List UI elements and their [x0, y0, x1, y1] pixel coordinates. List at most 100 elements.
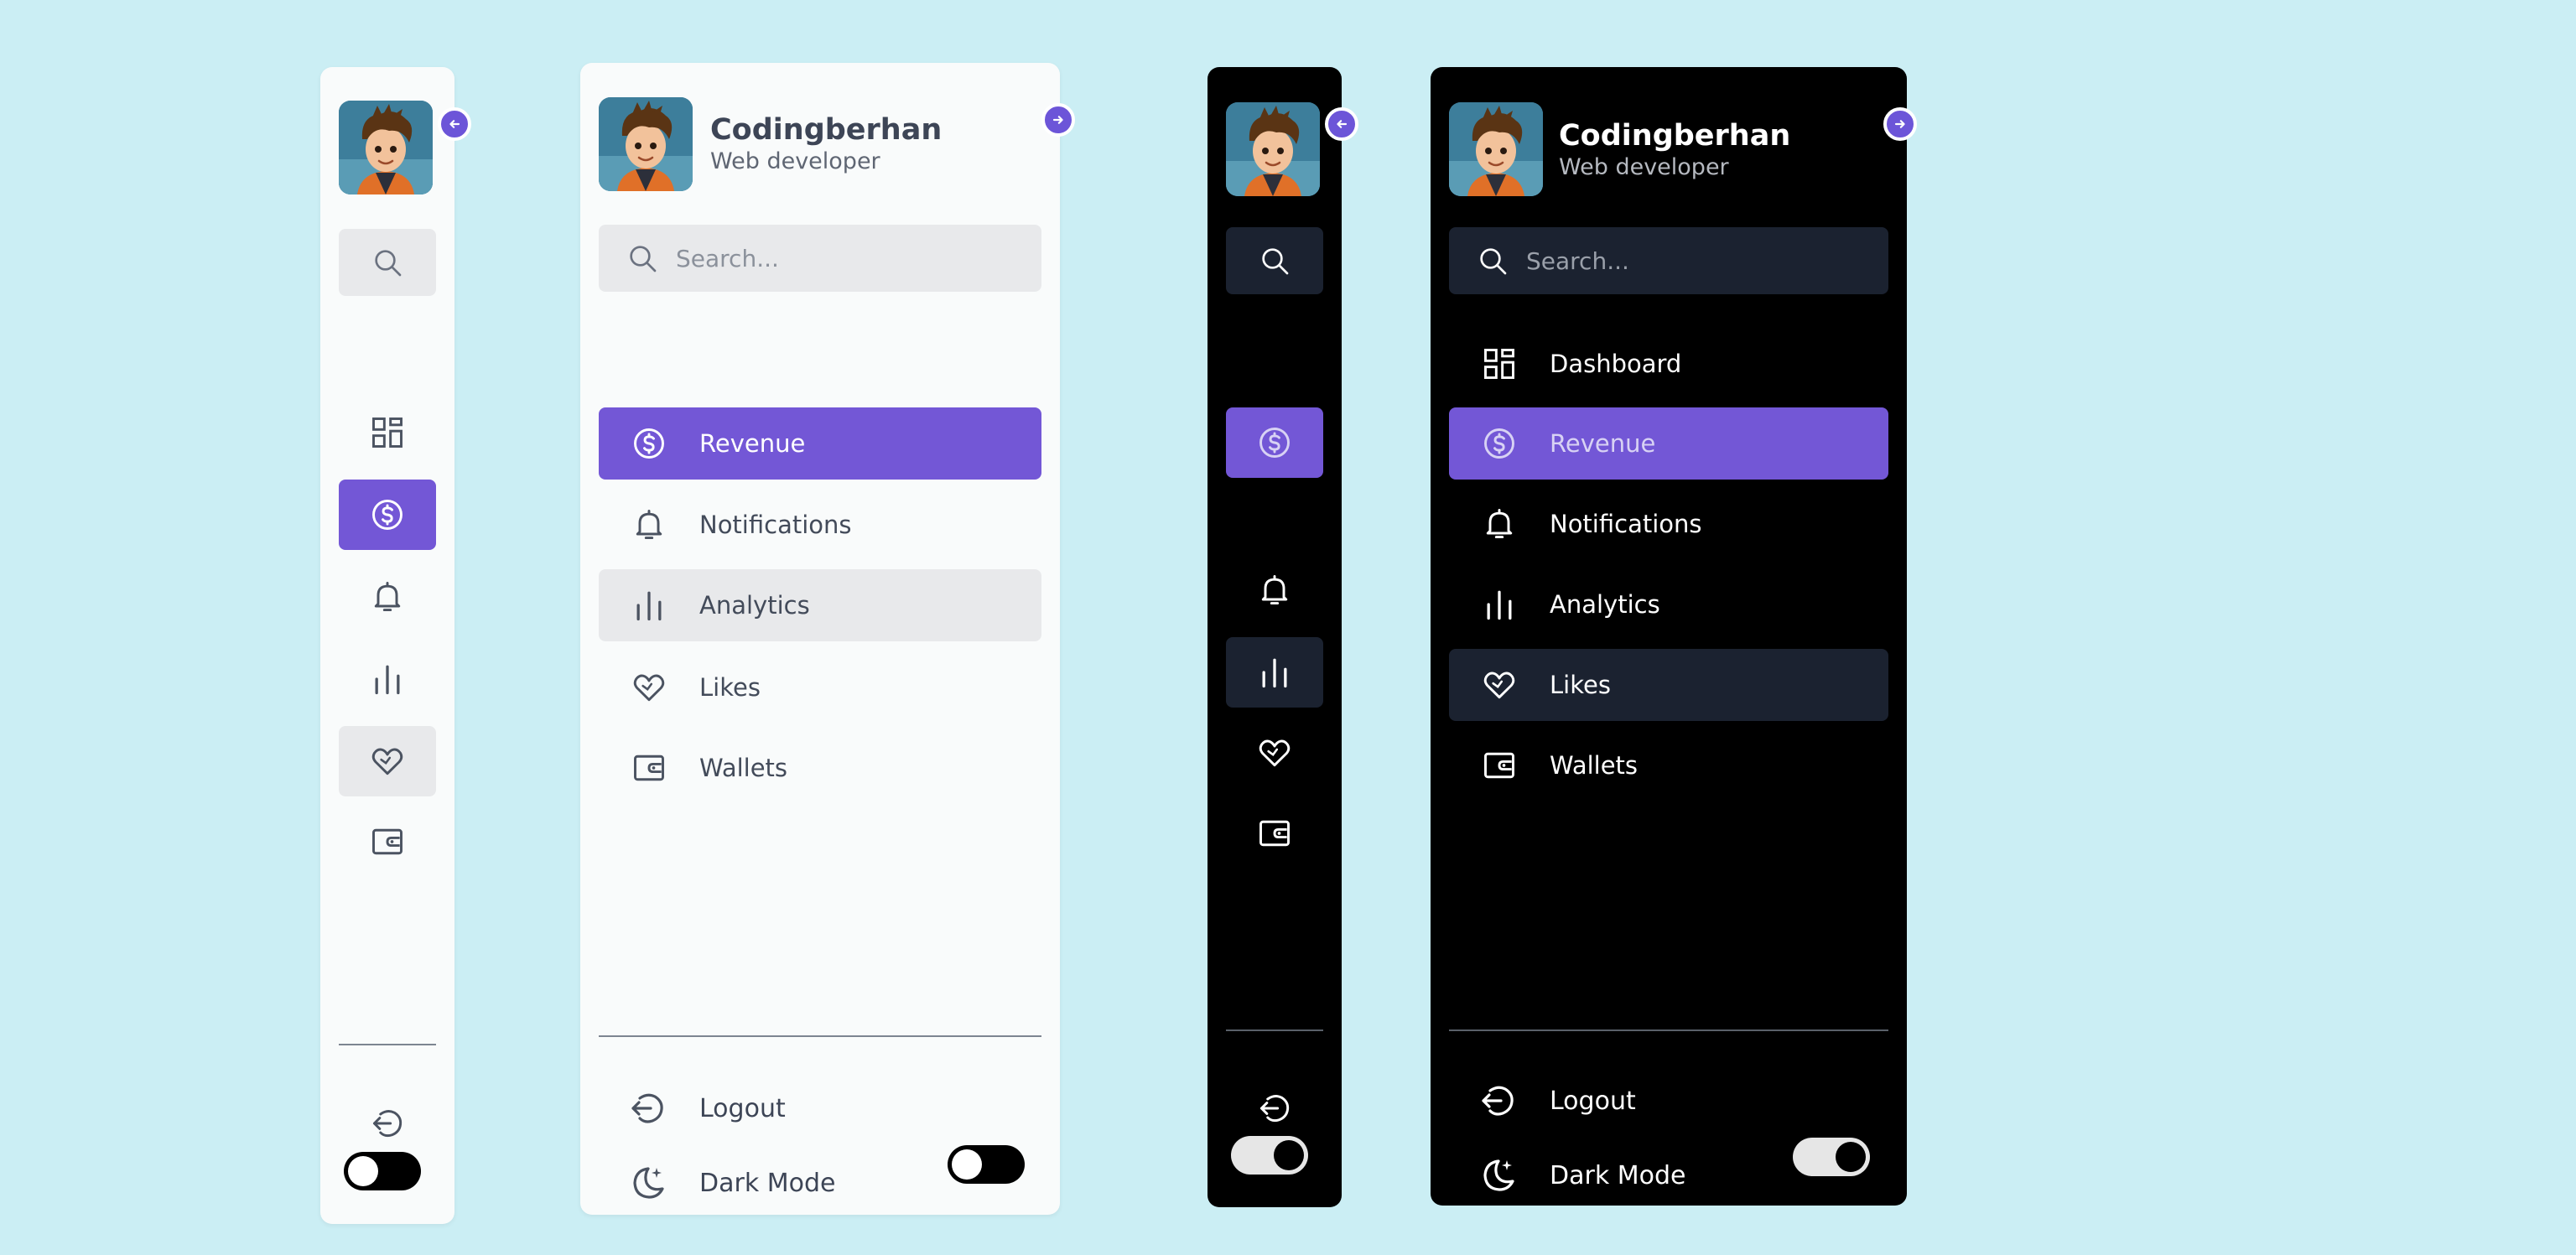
dark-mode-switch[interactable]: [948, 1145, 1025, 1184]
sidebar-expanded-light: Codingberhan Web developer Dashboard Rev…: [580, 63, 1075, 1215]
logout-label: Logout: [1550, 1086, 1636, 1116]
sidebar-item-wallets[interactable]: Wallets: [1449, 729, 1888, 801]
expand-sidebar-button[interactable]: [438, 107, 471, 141]
dashboard-icon: [1481, 345, 1518, 382]
divider: [1449, 1029, 1888, 1031]
dark-mode-label: Dark Mode: [1550, 1160, 1686, 1190]
heart-icon: [369, 743, 406, 780]
sidebar-item-likes[interactable]: Likes: [1449, 649, 1888, 721]
bell-icon: [369, 578, 406, 615]
arrow-right-icon: [1892, 116, 1909, 132]
divider: [339, 1044, 436, 1045]
bar-chart-icon: [1256, 654, 1293, 691]
dollar-circle-icon: [369, 496, 406, 533]
search-icon: [371, 246, 404, 279]
dark-mode-switch[interactable]: [1231, 1136, 1308, 1175]
wallet-icon: [369, 823, 406, 860]
sidebar-item-revenue[interactable]: Revenue: [1449, 407, 1888, 480]
sidebar-item-dashboard[interactable]: Dashboard: [1449, 328, 1888, 400]
sidebar-item-analytics[interactable]: Analytics: [599, 569, 1041, 641]
bar-chart-icon: [631, 587, 667, 624]
dark-mode-switch[interactable]: [344, 1152, 421, 1190]
search-button[interactable]: [339, 229, 436, 296]
avatar: [599, 97, 693, 191]
dark-mode-label: Dark Mode: [699, 1168, 836, 1198]
sidebar-item-label: Likes: [1550, 671, 1611, 699]
logout-button[interactable]: Logout: [1449, 1076, 1784, 1126]
sidebar-item-likes[interactable]: [1226, 718, 1323, 788]
heart-icon: [1256, 734, 1293, 771]
switch-knob: [952, 1149, 982, 1180]
sidebar-item-analytics[interactable]: [339, 644, 436, 714]
search-field[interactable]: [599, 225, 1041, 292]
sidebar-item-likes[interactable]: Likes: [599, 651, 1041, 723]
switch-knob: [1836, 1142, 1866, 1172]
dark-mode-row: Dark Mode: [599, 1158, 934, 1208]
search-field[interactable]: [1449, 227, 1888, 294]
sidebar-item-likes[interactable]: [339, 726, 436, 796]
arrow-right-icon: [1050, 111, 1067, 128]
profile-name: Codingberhan: [1559, 119, 1791, 153]
logout-button[interactable]: Logout: [599, 1083, 934, 1133]
sidebar-item-analytics[interactable]: [1226, 637, 1323, 708]
divider: [1226, 1029, 1323, 1031]
dashboard-icon: [369, 414, 406, 451]
sidebar-expanded-dark: Codingberhan Web developer Dashboard Rev…: [1431, 67, 1917, 1206]
sidebar-item-revenue[interactable]: Revenue: [599, 407, 1041, 480]
moon-icon: [627, 1163, 667, 1203]
sidebar-item-wallets[interactable]: [1226, 798, 1323, 869]
sidebar-item-notifications[interactable]: Notifications: [599, 489, 1041, 561]
sidebar-item-label: Notifications: [699, 511, 852, 539]
sidebar-item-wallets[interactable]: [339, 806, 436, 877]
sidebar-item-notifications[interactable]: [339, 562, 436, 632]
sidebar-item-label: Likes: [699, 673, 761, 702]
wallet-icon: [1256, 815, 1293, 852]
profile-role: Web developer: [1559, 154, 1729, 180]
heart-icon: [631, 669, 667, 706]
sidebar-item-wallets[interactable]: Wallets: [599, 732, 1041, 804]
switch-knob: [348, 1156, 378, 1186]
logout-icon: [369, 1105, 406, 1142]
bar-chart-icon: [369, 661, 406, 698]
sidebar-item-label: Wallets: [1550, 751, 1639, 780]
search-button[interactable]: [1226, 227, 1323, 294]
bell-icon: [631, 506, 667, 543]
heart-icon: [1481, 666, 1518, 703]
search-icon: [1476, 244, 1509, 277]
search-input[interactable]: [674, 243, 996, 273]
logout-icon: [627, 1088, 667, 1128]
logout-label: Logout: [699, 1093, 786, 1123]
switch-knob: [1274, 1140, 1304, 1170]
sidebar-item-analytics[interactable]: Analytics: [1449, 568, 1888, 640]
divider: [599, 1035, 1041, 1037]
arrow-left-icon: [446, 116, 463, 132]
avatar-image: [339, 101, 433, 194]
dark-mode-row: Dark Mode: [1449, 1150, 1784, 1201]
sidebar-item-notifications[interactable]: [1226, 555, 1323, 625]
sidebar-item-dashboard[interactable]: [339, 397, 436, 468]
sidebar-item-revenue[interactable]: [1226, 407, 1323, 478]
avatar: [1449, 102, 1543, 196]
search-icon: [626, 241, 659, 275]
collapse-sidebar-button[interactable]: [1883, 107, 1917, 141]
collapse-sidebar-button[interactable]: [1041, 103, 1075, 137]
bell-icon: [1481, 506, 1518, 542]
sidebar-item-label: Revenue: [1550, 429, 1656, 458]
expand-sidebar-button[interactable]: [1325, 107, 1358, 141]
avatar-image: [1449, 102, 1543, 196]
dollar-circle-icon: [631, 425, 667, 462]
logout-button[interactable]: [1226, 1073, 1323, 1144]
wallet-icon: [1481, 747, 1518, 784]
logout-icon: [1256, 1090, 1293, 1127]
logout-button[interactable]: [339, 1088, 436, 1159]
sidebar-item-label: Analytics: [1550, 590, 1660, 619]
avatar: [339, 101, 433, 194]
sidebar-item-notifications[interactable]: Notifications: [1449, 488, 1888, 560]
avatar-image: [599, 97, 693, 191]
sidebar-item-label: Analytics: [699, 591, 810, 620]
bar-chart-icon: [1481, 586, 1518, 623]
search-input[interactable]: [1524, 246, 1846, 276]
sidebar-item-revenue[interactable]: [339, 480, 436, 550]
profile-role: Web developer: [710, 148, 880, 174]
dark-mode-switch[interactable]: [1793, 1138, 1870, 1176]
